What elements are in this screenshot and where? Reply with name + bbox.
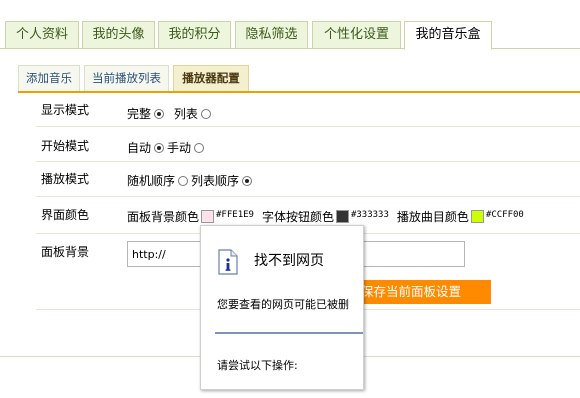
start-mode-option-auto-label: 自动: [127, 141, 152, 155]
page-not-found-popup: 找不到网页 您要查看的网页可能已被删 请尝试以下操作:: [200, 225, 364, 390]
tab-privacy[interactable]: 隐私筛选: [235, 21, 308, 48]
play-mode-list-radio[interactable]: [242, 176, 253, 186]
panel-bg-color-swatch[interactable]: [201, 210, 215, 223]
play-mode-label: 播放模式: [41, 172, 90, 186]
display-mode-option-list-label: 列表: [173, 107, 198, 121]
tab-personalization[interactable]: 个性化设置: [312, 21, 401, 48]
info-page-icon: [218, 249, 238, 275]
tab-points[interactable]: 我的积分: [158, 21, 231, 48]
background-label: 面板背景: [41, 245, 90, 259]
track-color-swatch[interactable]: [470, 210, 484, 223]
colors-label: 界面颜色: [41, 208, 90, 222]
start-mode-option-manual-label: 手动: [167, 141, 192, 155]
play-mode-options: 随机顺序 列表顺序: [127, 172, 255, 189]
font-button-color-hex: #333333: [350, 210, 389, 220]
display-mode-option-full-label: 完整: [127, 107, 152, 121]
popup-separator: [215, 332, 363, 334]
play-mode-option-random-label: 随机顺序: [127, 174, 176, 188]
display-mode-list-radio[interactable]: [200, 109, 211, 119]
start-mode-label: 开始模式: [41, 139, 90, 153]
settings-row-start-mode: 开始模式 自动 手动: [36, 126, 580, 162]
sub-tab-bar: 添加音乐 当前播放列表 播放器配置: [18, 65, 580, 91]
top-tab-bar: 个人资料 我的头像 我的积分 隐私筛选 个性化设置 我的音乐盒: [0, 0, 580, 50]
start-mode-options: 自动 手动: [127, 139, 207, 156]
font-button-color-swatch[interactable]: [335, 210, 349, 223]
start-mode-auto-radio[interactable]: [154, 143, 165, 153]
tab-music-box[interactable]: 我的音乐盒: [404, 21, 492, 50]
settings-row-play-mode: 播放模式 随机顺序 列表顺序: [36, 161, 580, 197]
track-color-hex: #CCFF00: [485, 210, 524, 220]
save-settings-button[interactable]: 保存当前面板设置: [357, 280, 491, 304]
tab-profile[interactable]: 个人资料: [5, 21, 79, 48]
display-mode-label: 显示模式: [41, 103, 90, 117]
subtab-add-music[interactable]: 添加音乐: [18, 65, 80, 91]
subtab-current-playlist[interactable]: 当前播放列表: [84, 65, 169, 91]
start-mode-manual-radio[interactable]: [194, 143, 205, 153]
settings-row-display-mode: 显示模式 完整 列表: [36, 93, 580, 127]
font-button-color-label: 字体按钮颜色: [261, 210, 334, 224]
popup-suggestion: 请尝试以下操作:: [217, 359, 298, 372]
track-color-label: 播放曲目颜色: [396, 210, 469, 224]
panel-bg-color-label: 面板背景颜色: [127, 210, 200, 224]
display-mode-options: 完整 列表: [127, 105, 214, 122]
popup-title: 找不到网页: [254, 253, 324, 269]
panel-bg-color-hex: #FFE1E9: [216, 210, 254, 220]
color-swatches: 面板背景颜色 #FFE1E9 字体按钮颜色 #333333 播放曲目颜色 #CCFF00: [127, 208, 532, 225]
tab-avatar[interactable]: 我的头像: [82, 21, 155, 48]
play-mode-option-list-label: 列表顺序: [191, 174, 240, 188]
subtab-player-config[interactable]: 播放器配置: [173, 65, 249, 91]
play-mode-random-radio[interactable]: [178, 176, 189, 186]
display-mode-full-radio[interactable]: [154, 109, 165, 119]
popup-message: 您要查看的网页可能已被删: [217, 298, 349, 311]
